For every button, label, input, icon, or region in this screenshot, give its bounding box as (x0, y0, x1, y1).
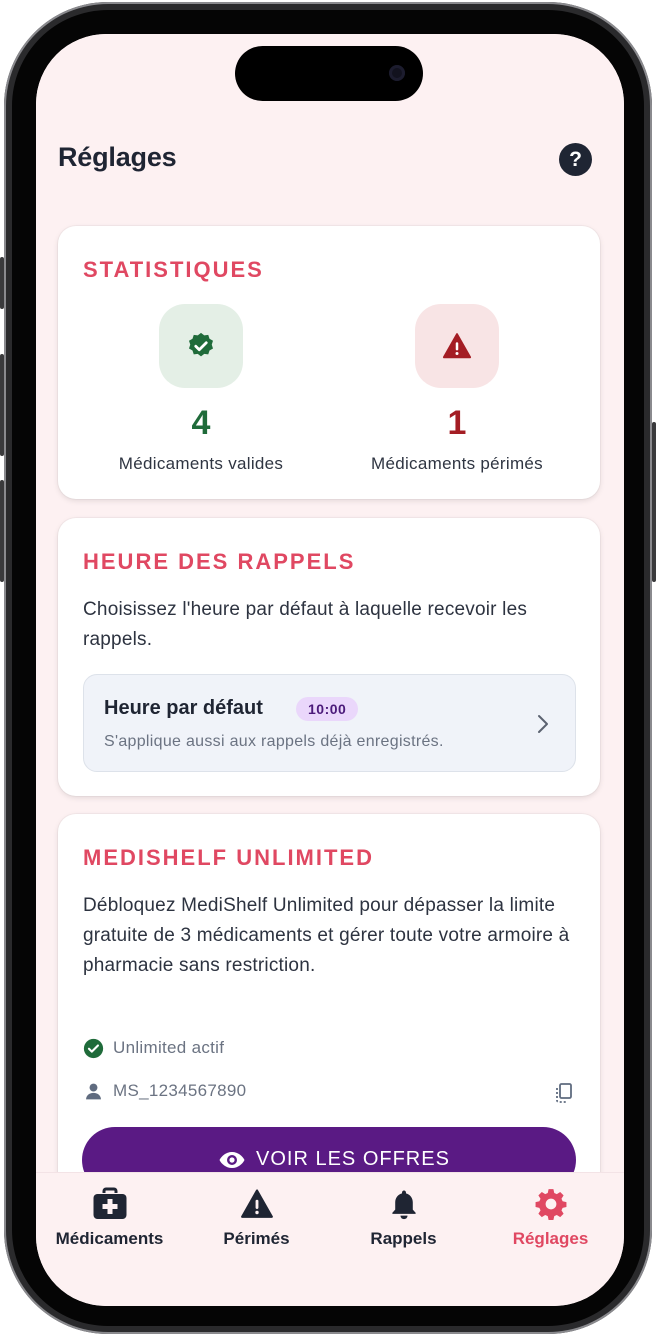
unlimited-status-text: Unlimited actif (113, 1038, 225, 1057)
valid-label: Médicaments valides (118, 454, 284, 473)
eye-icon (219, 1152, 245, 1168)
app-screen: Réglages ? STATISTIQUES 4 Médicaments va… (36, 34, 624, 1306)
view-offers-button[interactable]: VOIR LES OFFRES (82, 1127, 576, 1172)
unlimited-card: MEDISHELF UNLIMITED Débloquez MediShelf … (58, 814, 600, 1172)
valid-count: 4 (191, 404, 211, 442)
dynamic-island (235, 46, 423, 101)
expired-label: Médicaments périmés (371, 454, 543, 473)
power-button (652, 422, 656, 582)
tab-perimes[interactable]: Périmés (183, 1187, 330, 1249)
check-circle-icon (83, 1038, 104, 1059)
user-id-text: MS_1234567890 (113, 1081, 247, 1100)
front-camera (389, 65, 405, 81)
gear-icon (535, 1189, 566, 1221)
default-time-subtitle: S'applique aussi aux rappels déjà enregi… (104, 733, 444, 750)
medical-kit-icon (93, 1187, 126, 1219)
chevron-right-icon (538, 715, 548, 733)
user-id-row: MS_1234567890 (83, 1081, 383, 1105)
expired-count: 1 (447, 404, 467, 442)
reminder-time-title: HEURE DES RAPPELS (83, 549, 356, 574)
reminder-time-description: Choisissez l'heure par défaut à laquelle… (83, 599, 528, 650)
tab-perimes-label: Périmés (223, 1229, 290, 1248)
default-time-badge: 10:00 (296, 697, 359, 721)
volume-up-button (0, 354, 4, 456)
tab-rappels[interactable]: Rappels (330, 1187, 477, 1249)
user-icon (86, 1083, 101, 1100)
tab-rappels-label: Rappels (370, 1229, 437, 1248)
copy-icon[interactable] (554, 1082, 574, 1104)
settings-content[interactable]: STATISTIQUES 4 Médicaments valides 1 Méd… (36, 202, 624, 1172)
warning-icon (415, 304, 499, 388)
tab-bar: Médicaments Périmés Rappels Réglages (36, 1172, 624, 1306)
bell-icon (391, 1190, 416, 1220)
unlimited-status: Unlimited actif (83, 1038, 383, 1062)
default-time-row[interactable]: Heure par défaut 10:00 S'applique aussi … (83, 674, 576, 772)
statistics-title: STATISTIQUES (83, 257, 264, 282)
default-time-title: Heure par défaut (104, 697, 263, 719)
unlimited-description: Débloquez MediShelf Unlimited pour dépas… (83, 895, 570, 976)
view-offers-label: VOIR LES OFFRES (256, 1148, 450, 1170)
tab-reglages[interactable]: Réglages (477, 1187, 624, 1249)
reminder-time-card: HEURE DES RAPPELS Choisissez l'heure par… (58, 518, 600, 796)
tab-reglages-label: Réglages (512, 1229, 589, 1248)
tab-medicaments-label: Médicaments (55, 1229, 164, 1248)
verified-badge-icon (159, 304, 243, 388)
page-title: Réglages (58, 142, 177, 172)
unlimited-title: MEDISHELF UNLIMITED (83, 845, 374, 870)
tab-medicaments[interactable]: Médicaments (36, 1187, 183, 1249)
statistics-card: STATISTIQUES 4 Médicaments valides 1 Méd… (58, 226, 600, 499)
side-button (0, 257, 4, 309)
warning-icon (240, 1189, 273, 1218)
volume-down-button (0, 480, 4, 582)
help-icon[interactable]: ? (559, 143, 592, 176)
